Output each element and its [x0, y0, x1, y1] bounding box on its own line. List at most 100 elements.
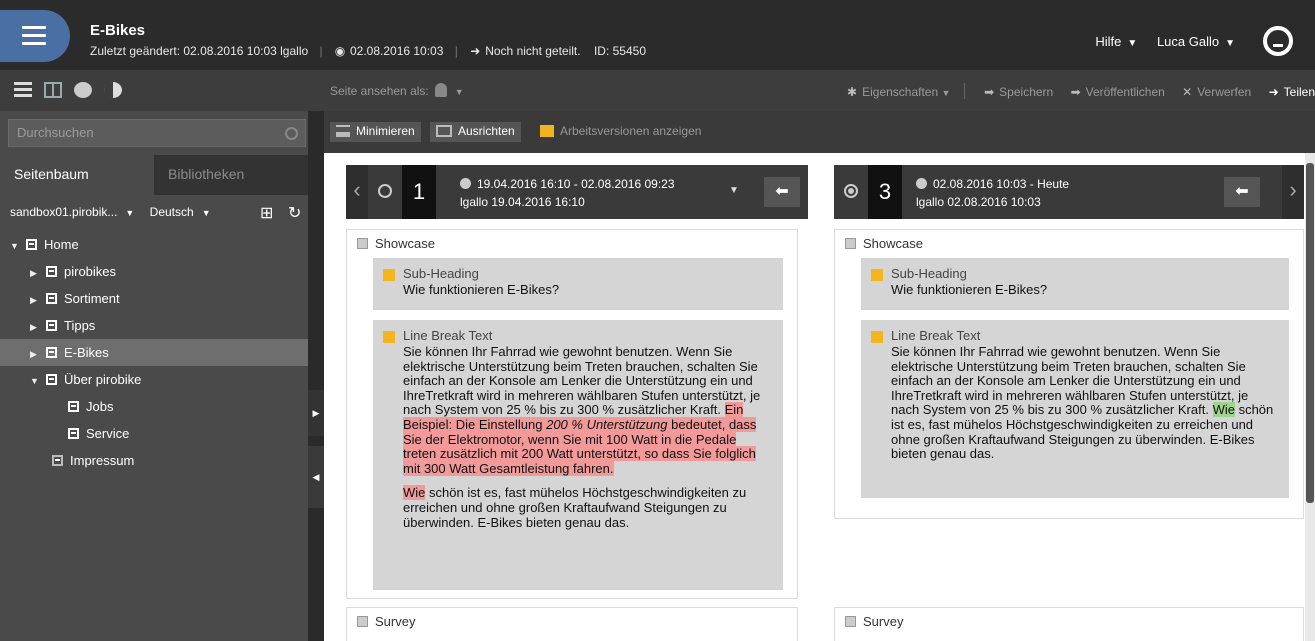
arrow-left-icon: ⬅ — [775, 183, 789, 200]
version-range: 19.04.2016 16:10 - 02.08.2016 09:23 — [477, 177, 675, 191]
chevron-left-icon[interactable]: ‹ — [346, 165, 368, 219]
version-content-left: Showcase Sub-Heading Wie funktionieren E… — [346, 229, 798, 641]
last-changed-text: Zuletzt geändert: 02.08.2016 10:03 lgall… — [90, 44, 309, 58]
chevron-down-icon[interactable]: ▼ — [30, 368, 44, 395]
main-toolbar: Seite ansehen als: ▼ ✱ Eigenschaften ▼ ➡ Sp… — [0, 70, 1315, 111]
page-icon — [68, 428, 79, 439]
tree-item-home[interactable]: ▼ Home — [0, 231, 308, 258]
globe-view-icon[interactable] — [74, 82, 92, 98]
tree-item-ueber-pirobike[interactable]: ▼ Über pirobike — [0, 366, 308, 393]
version-number: 1 — [402, 165, 436, 219]
element-sub-heading[interactable]: Sub-Heading Wie funktionieren E-Bikes? — [373, 258, 783, 310]
main-menu-button[interactable] — [0, 10, 70, 62]
share-arrow-icon: ➜ — [470, 44, 481, 58]
chevron-down-icon[interactable]: ▼ — [729, 185, 739, 196]
expand-panel-icon[interactable]: ▶ — [308, 390, 324, 436]
section-showcase[interactable]: Showcase Sub-Heading Wie funktionieren E… — [834, 229, 1304, 519]
show-working-versions-button[interactable]: Arbeitsversionen anzeigen — [534, 122, 707, 142]
chevron-down-icon: ▼ — [454, 87, 464, 97]
search-icon[interactable] — [285, 127, 298, 140]
discard-button[interactable]: ✕ Verwerfen — [1182, 85, 1251, 99]
help-menu[interactable]: Hilfe ▼ — [1095, 34, 1137, 49]
share-button[interactable]: ➜ Teilen — [1269, 85, 1315, 99]
sidebar: Durchsuchen Seitenbaum Bibliotheken sand… — [0, 111, 308, 641]
version-content-right: Showcase Sub-Heading Wie funktionieren E… — [834, 229, 1304, 641]
tree-item-sortiment[interactable]: ▶ Sortiment — [0, 285, 308, 312]
chevron-right-icon[interactable]: ▶ — [30, 341, 44, 368]
split-view-icon[interactable] — [44, 82, 62, 98]
element-sub-heading[interactable]: Sub-Heading Wie funktionieren E-Bikes? — [861, 258, 1289, 310]
tree-item-tipps[interactable]: ▶ Tipps — [0, 312, 308, 339]
chevron-right-icon[interactable]: › — [1282, 165, 1304, 219]
element-icon — [383, 331, 395, 343]
globe-icon — [460, 178, 471, 189]
tree-item-e-bikes[interactable]: ▶ E-Bikes — [0, 339, 308, 366]
chevron-right-icon[interactable]: ▶ — [30, 287, 44, 314]
tree-item-impressum[interactable]: Impressum — [0, 447, 308, 474]
restore-version-button[interactable]: ⬅ — [1224, 177, 1260, 207]
section-icon — [845, 238, 856, 249]
section-survey[interactable]: Survey — [834, 607, 1304, 641]
sidebar-gutter — [308, 111, 324, 641]
page-title: E-Bikes — [90, 22, 146, 39]
element-line-break-text[interactable]: Line Break Text Sie können Ihr Fahrrad w… — [373, 320, 783, 590]
working-version-icon — [540, 125, 554, 137]
page-meta: Zuletzt geändert: 02.08.2016 10:03 lgall… — [90, 44, 646, 58]
added-text: Wie — [1212, 402, 1235, 418]
language-selector[interactable]: Deutsch — [150, 205, 194, 219]
hamburger-icon — [22, 26, 46, 46]
tree-item-service[interactable]: Service — [0, 420, 308, 447]
properties-button[interactable]: ✱ Eigenschaften ▼ — [847, 85, 950, 99]
page-icon — [46, 320, 57, 331]
minimize-button[interactable]: Minimieren — [330, 122, 421, 142]
stats-view-icon[interactable] — [104, 82, 122, 98]
section-icon — [845, 616, 856, 627]
chevron-down-icon: ▼ — [125, 208, 135, 218]
gear-icon: ✱ — [847, 85, 858, 99]
collapse-panel-icon[interactable]: ◀ — [308, 446, 324, 508]
close-icon: ✕ — [1182, 85, 1193, 99]
align-icon — [436, 125, 452, 137]
view-as-selector[interactable]: Seite ansehen als: ▼ — [330, 83, 464, 98]
version-header-right: 3 02.08.2016 10:03 - Heute lgallo 02.08.… — [834, 165, 1304, 219]
refresh-icon[interactable]: ↻ — [288, 203, 301, 223]
chevron-down-icon: ▼ — [1225, 38, 1235, 49]
tab-seitenbaum[interactable]: Seitenbaum — [0, 155, 154, 195]
save-arrow-icon: ➡ — [984, 85, 995, 99]
add-page-icon[interactable]: ⊞ — [260, 203, 273, 223]
scrollbar[interactable] — [1305, 153, 1315, 641]
section-icon — [357, 616, 368, 627]
restore-version-button[interactable]: ⬅ — [764, 177, 800, 207]
app-logo-icon — [1263, 26, 1293, 56]
chevron-down-icon[interactable]: ▼ — [10, 233, 24, 260]
page-id: ID: 55450 — [593, 44, 646, 58]
user-menu[interactable]: Luca Gallo ▼ — [1157, 34, 1235, 49]
version-author: lgallo 02.08.2016 10:03 — [916, 195, 1041, 209]
app-header: E-Bikes Zuletzt geändert: 02.08.2016 10:… — [0, 0, 1315, 70]
section-showcase[interactable]: Showcase Sub-Heading Wie funktionieren E… — [346, 229, 798, 599]
version-author: lgallo 19.04.2016 16:10 — [460, 195, 585, 209]
version-radio[interactable] — [378, 184, 392, 198]
minimize-icon — [336, 125, 350, 137]
version-number: 3 — [868, 165, 902, 219]
deleted-text: Wie — [403, 485, 426, 501]
publish-icon: ➡ — [1070, 85, 1081, 99]
element-line-break-text[interactable]: Line Break Text Sie können Ihr Fahrrad w… — [861, 320, 1289, 498]
site-selector[interactable]: sandbox01.pirobik... — [10, 205, 117, 219]
tree-item-pirobikes[interactable]: ▶ pirobikes — [0, 258, 308, 285]
element-icon — [383, 269, 395, 281]
save-button[interactable]: ➡ Speichern — [984, 85, 1053, 99]
section-survey[interactable]: Survey — [346, 607, 798, 641]
align-button[interactable]: Ausrichten — [430, 122, 521, 142]
chevron-right-icon[interactable]: ▶ — [30, 260, 44, 287]
version-radio[interactable] — [844, 184, 858, 198]
page-icon — [46, 266, 57, 277]
search-input[interactable]: Durchsuchen — [8, 119, 306, 147]
tree-item-jobs[interactable]: Jobs — [0, 393, 308, 420]
list-view-icon[interactable] — [14, 82, 32, 98]
section-icon — [357, 238, 368, 249]
publish-button[interactable]: ➡ Veröffentlichen — [1071, 85, 1165, 99]
scrollbar-thumb[interactable] — [1306, 163, 1314, 503]
chevron-right-icon[interactable]: ▶ — [30, 314, 44, 341]
tab-bibliotheken[interactable]: Bibliotheken — [154, 155, 308, 195]
